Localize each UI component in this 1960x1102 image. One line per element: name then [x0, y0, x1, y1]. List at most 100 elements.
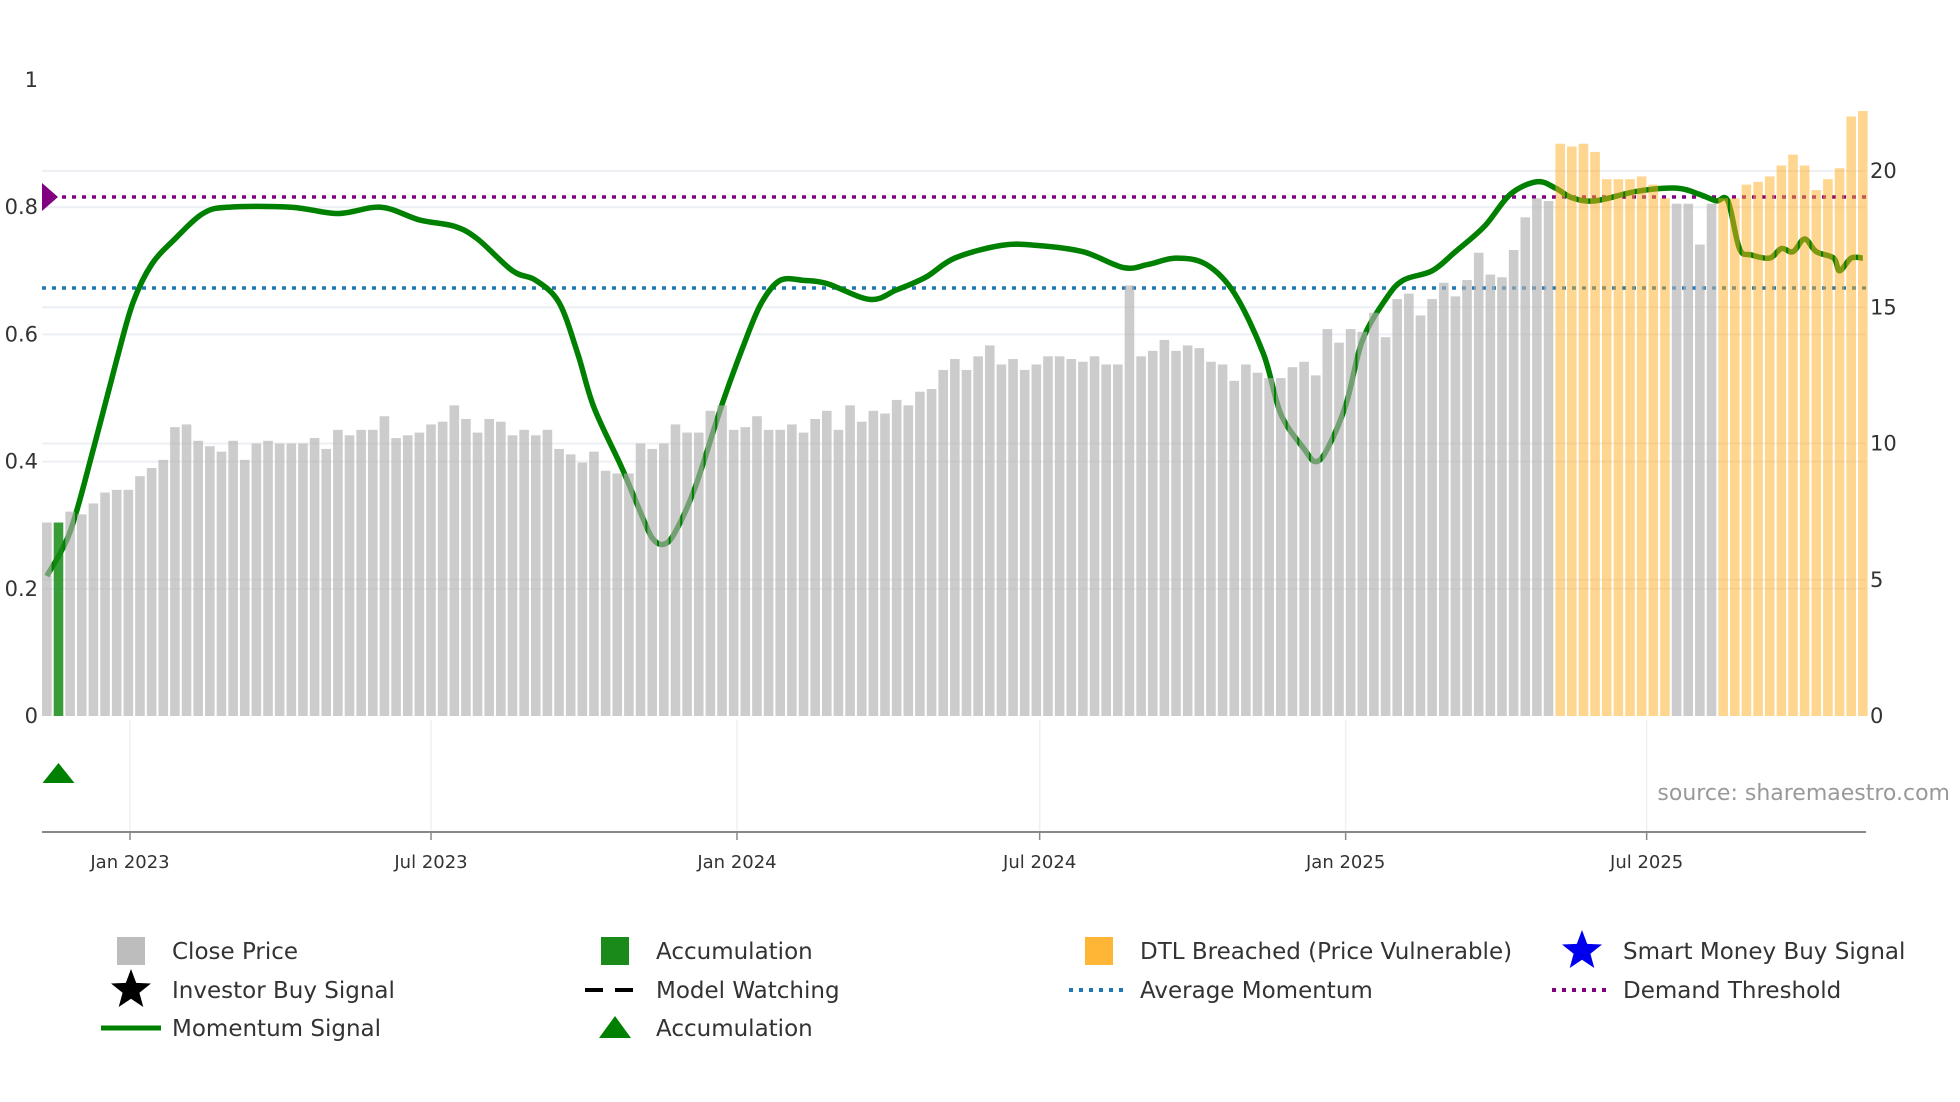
close-price-bar — [507, 435, 518, 716]
legend-label: Demand Threshold — [1623, 978, 1841, 1004]
close-price-bar — [950, 359, 960, 716]
close-price-bar — [1438, 282, 1449, 716]
close-price-bar — [1473, 252, 1484, 716]
close-price-bar — [1671, 203, 1682, 716]
dtl-breached-bar — [1776, 165, 1787, 717]
close-price-bar — [100, 492, 110, 716]
right-tick-label: 15 — [1870, 295, 1897, 319]
dtl-breached-bar — [1567, 146, 1577, 717]
close-price-bar — [787, 424, 797, 716]
close-price-bar — [845, 405, 855, 716]
x-tick-label: Jan 2023 — [89, 852, 169, 873]
close-price-bar — [216, 451, 227, 716]
legend-item: Demand Threshold — [1552, 978, 1841, 1004]
close-price-bar — [1264, 378, 1274, 716]
close-price-bar — [1031, 364, 1042, 716]
close-price-bar — [1299, 361, 1309, 716]
close-price-bar — [1683, 203, 1694, 716]
close-price-bar — [496, 421, 506, 716]
legend-item: Accumulation — [599, 1016, 813, 1042]
dtl-breached-bar — [1741, 184, 1752, 716]
close-price-bar — [170, 427, 180, 716]
close-price-bar — [1310, 375, 1321, 716]
close-price-bar — [1019, 369, 1030, 716]
close-price-bar — [891, 399, 902, 716]
x-tick-label: Jan 2024 — [696, 852, 776, 873]
dtl-breached-bar — [1764, 176, 1775, 716]
dtl-breached-bar — [1753, 181, 1763, 716]
legend-item: Momentum Signal — [101, 1016, 381, 1042]
legend-item: DTL Breached (Price Vulnerable) — [1085, 937, 1512, 965]
left-tick-label: 1 — [25, 68, 38, 92]
close-price-bar — [1322, 329, 1333, 716]
close-price-bar — [1520, 217, 1531, 716]
close-price-bar — [717, 405, 727, 716]
dtl-breached-bar — [1578, 143, 1589, 716]
left-tick-label: 0 — [25, 704, 38, 728]
dtl-breached-bar — [1718, 198, 1728, 716]
close-price-bar — [356, 429, 366, 716]
legend: Close Price Accumulation DTL Breached (Pri… — [101, 930, 1905, 1042]
dtl-breached-bar — [1590, 151, 1600, 717]
close-price-bar — [76, 514, 87, 716]
legend-label: Model Watching — [656, 978, 840, 1004]
close-price-bar — [1113, 364, 1123, 716]
close-price-bar — [565, 454, 576, 716]
close-price-bar — [1171, 350, 1181, 716]
close-price-bar — [1427, 299, 1437, 716]
close-price-bar — [996, 364, 1007, 716]
dtl-breached-bar — [1846, 116, 1857, 716]
close-price-bar — [251, 443, 262, 716]
close-price-bar — [589, 451, 599, 716]
close-price-bar — [1357, 331, 1368, 716]
close-price-bar — [1217, 364, 1228, 716]
close-price-bar — [1380, 337, 1391, 716]
source-label: source: sharemaestro.com — [1657, 781, 1950, 806]
close-price-bar — [693, 432, 704, 716]
close-price-bar — [484, 418, 495, 716]
dtl-breached-bar — [1660, 198, 1670, 716]
close-price-bar — [309, 438, 320, 716]
legend-item: Accumulation — [601, 937, 813, 965]
dtl-breached-bar — [1613, 179, 1624, 717]
close-price-bar — [146, 468, 157, 716]
close-price-bar — [880, 413, 890, 716]
close-price-bar — [1066, 359, 1077, 716]
accumulation-triangle-icon — [42, 763, 75, 783]
close-price-bar — [391, 438, 401, 716]
close-price-bar — [1369, 312, 1379, 716]
close-price-bar — [65, 511, 75, 716]
close-price-bar — [1136, 356, 1146, 716]
close-price-bar — [600, 470, 611, 716]
close-price-bar — [367, 429, 378, 716]
close-price-bar — [274, 443, 285, 716]
close-price-bar — [135, 476, 145, 716]
close-price-bar — [1101, 364, 1111, 716]
close-price-bar — [1008, 359, 1018, 716]
legend-label: Investor Buy Signal — [172, 978, 395, 1004]
smart-money-buy-signal-star-icon — [1562, 930, 1602, 968]
close-price-bar — [728, 429, 739, 716]
momentum-price-chart: 00.20.40.60.8105101520Jan 2023 Jul 2023 Ja… — [5, 68, 1950, 1042]
close-price-bar — [670, 424, 681, 716]
close-price-bar — [1252, 372, 1263, 716]
close-price-bar — [1194, 348, 1205, 716]
close-price-bar — [1462, 280, 1472, 716]
legend-label: DTL Breached (Price Vulnerable) — [1140, 939, 1512, 965]
legend-item: Average Momentum — [1069, 978, 1373, 1004]
close-price-bar — [1497, 277, 1507, 716]
close-price-bar — [624, 473, 634, 716]
legend-item: Close Price — [117, 937, 298, 965]
close-price-bar — [1392, 299, 1403, 716]
close-price-bar — [298, 443, 308, 716]
legend-item: Investor Buy Signal — [111, 969, 395, 1007]
x-tick-label: Jul 2025 — [1609, 852, 1683, 873]
close-price-bar — [1287, 367, 1298, 716]
close-price-bar — [88, 503, 99, 716]
x-tick-label: Jul 2024 — [1002, 852, 1076, 873]
legend-item: Smart Money Buy Signal — [1562, 930, 1905, 968]
close-price-bar — [973, 356, 983, 716]
right-tick-label: 10 — [1870, 432, 1897, 456]
close-price-bar — [1241, 364, 1251, 716]
legend-label: Close Price — [172, 939, 298, 965]
